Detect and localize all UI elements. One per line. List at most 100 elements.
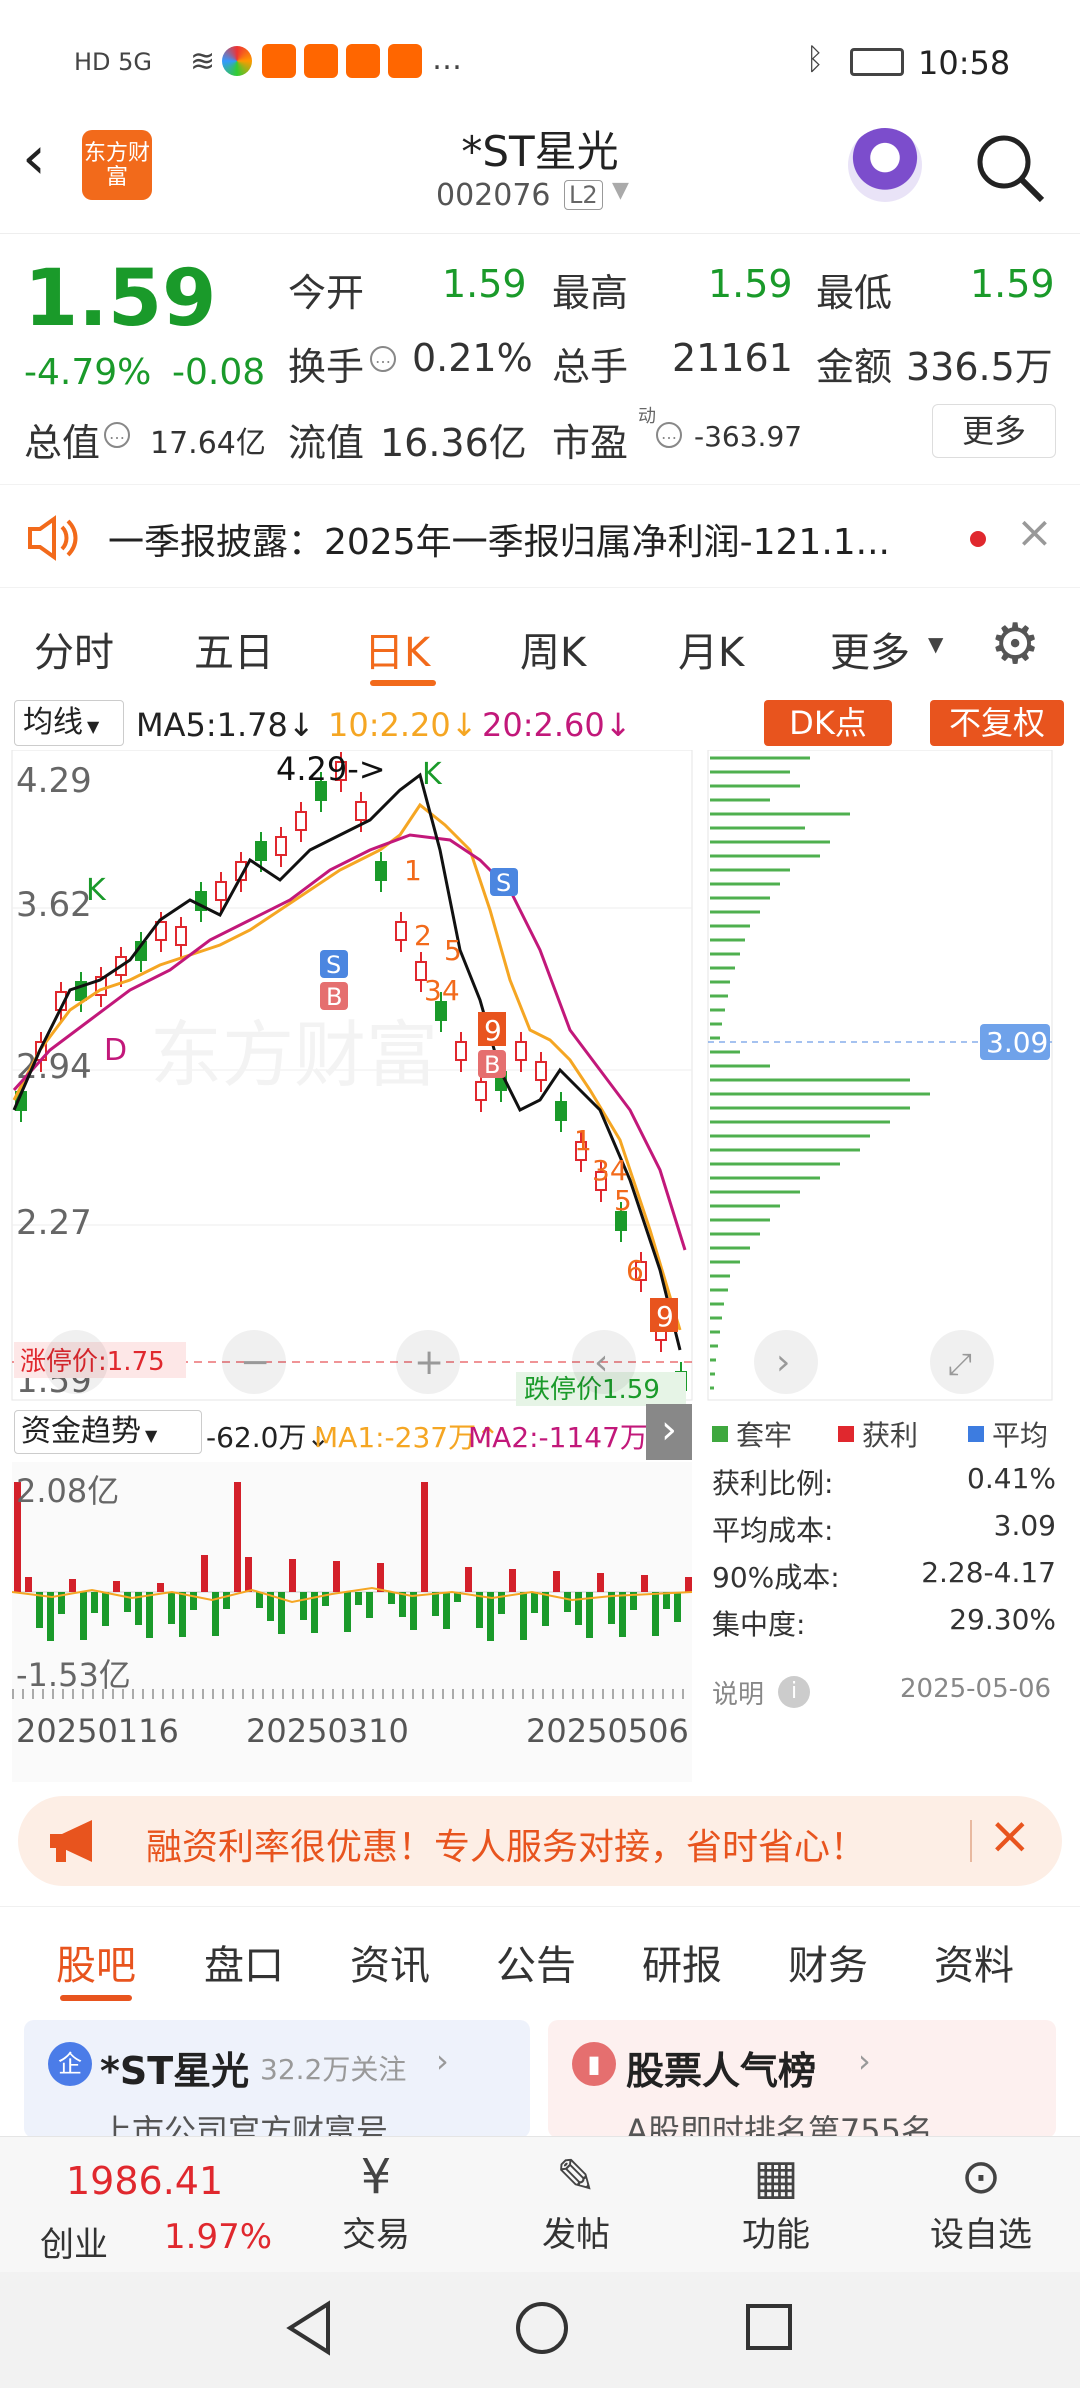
mktcap-label: 总值 bbox=[24, 421, 101, 465]
tab-profile[interactable]: 资料 bbox=[934, 1933, 1014, 1991]
td-count: 2 bbox=[414, 919, 432, 952]
open-value: 1.59 bbox=[442, 262, 527, 306]
legend-trapped: 套牢 bbox=[736, 1419, 793, 1452]
sell-marker-text: S bbox=[326, 951, 341, 979]
change-value: -0.08 bbox=[172, 352, 266, 393]
plus-icon: + bbox=[414, 1342, 444, 1383]
date-label: 20250310 bbox=[246, 1712, 409, 1750]
tab-research[interactable]: 研报 bbox=[642, 1933, 722, 1991]
tab-intraday[interactable]: 分时 bbox=[34, 620, 114, 678]
chip-date: 2025-05-06 bbox=[900, 1674, 1052, 1704]
back-icon[interactable]: ‹ bbox=[22, 128, 46, 188]
stat-key: 获利比例: bbox=[712, 1467, 834, 1500]
fund-val-text: -62.0万 bbox=[206, 1421, 307, 1454]
adjust-mode-button[interactable]: 不复权 bbox=[930, 700, 1064, 746]
divider bbox=[970, 1820, 972, 1862]
tab-guba[interactable]: 股吧 bbox=[56, 1933, 136, 1991]
fund-bar bbox=[652, 1592, 659, 1636]
k-line-chart[interactable]: 东方财富 4.29 3.62 2.94 2.27 1.59 4.29-> K K… bbox=[0, 750, 700, 1406]
tab-more[interactable]: 更多 bbox=[830, 620, 910, 678]
info-icon[interactable]: i bbox=[778, 1676, 810, 1708]
td-nine-text: 9 bbox=[484, 1014, 502, 1047]
expand-panel-button[interactable]: › bbox=[646, 1404, 692, 1460]
candle-body bbox=[475, 1081, 487, 1101]
ma20-value: 20:2.60↓ bbox=[482, 706, 632, 744]
more-button[interactable]: 更多 bbox=[932, 404, 1056, 458]
td-count: 1 bbox=[404, 854, 422, 887]
stat-value: 2.28-4.17 bbox=[921, 1556, 1056, 1589]
nav-back-icon[interactable] bbox=[284, 2300, 334, 2356]
tab-5day[interactable]: 五日 bbox=[194, 620, 274, 678]
fund-bar bbox=[421, 1482, 428, 1592]
taobao-icon bbox=[262, 44, 296, 78]
info-icon[interactable]: … bbox=[656, 422, 682, 448]
fund-bar bbox=[663, 1592, 670, 1609]
card-title: *ST星光 bbox=[100, 2049, 250, 2093]
stat-key: 集中度: bbox=[712, 1608, 806, 1641]
fund-ma2-text: MA2:-1147万 bbox=[468, 1421, 648, 1454]
chevron-right-icon: › bbox=[858, 2042, 871, 2080]
status-bar: HD 5G ≋ … ᛒ 10:58 bbox=[0, 0, 1080, 120]
watchlist-button[interactable]: ⊙ 设自选 bbox=[896, 2147, 1066, 2267]
notice-bar[interactable]: 一季报披露：2025年一季报归属净利润-121.1... × bbox=[0, 484, 1080, 588]
index-name[interactable]: 创业 bbox=[40, 2217, 108, 2266]
quote-panel: 1.59 -4.79% -0.08 总值 … 17.64亿 今开 1.59 最高… bbox=[0, 236, 1080, 468]
low-label: 最低 bbox=[816, 271, 893, 315]
nav-home-icon[interactable] bbox=[514, 2300, 570, 2356]
nav-recents-icon[interactable] bbox=[744, 2302, 794, 2352]
post-button[interactable]: ✎ 发帖 bbox=[496, 2147, 656, 2267]
official-account-card[interactable]: 企 *ST星光 32.2万关注 › 上市公司官方财富号 bbox=[24, 2020, 530, 2138]
tab-news[interactable]: 资讯 bbox=[350, 1933, 430, 1991]
promo-banner[interactable]: 融资利率很优惠！专人服务对接，省时省心！ × bbox=[18, 1796, 1062, 1886]
stat-row: 平均成本: 3.09 bbox=[712, 1509, 1056, 1556]
close-icon[interactable]: × bbox=[988, 1806, 1032, 1866]
tab-daily-k[interactable]: 日K bbox=[364, 620, 430, 678]
help-label[interactable]: 说明 bbox=[712, 1674, 764, 1711]
popularity-card[interactable]: ▮ 股票人气榜 › A股即时排名第755名 bbox=[548, 2020, 1056, 2138]
stat-key: 平均成本: bbox=[712, 1514, 834, 1547]
candle-body bbox=[455, 1041, 467, 1061]
system-nav-bar bbox=[0, 2272, 1080, 2388]
stat-row: 集中度: 29.30% bbox=[712, 1603, 1056, 1650]
tab-announcements[interactable]: 公告 bbox=[496, 1933, 576, 1991]
dropdown-icon: ▼ bbox=[145, 1426, 158, 1445]
period-tabs: 分时 五日 日K 周K 月K 更多 ▼ ⚙ bbox=[0, 590, 1080, 694]
chip-stats: 套牢 获利 平均 获利比例: 0.41% 平均成本: 3.09 90%成本: 2.28… bbox=[708, 1410, 1078, 1790]
dropdown-icon: ▼ bbox=[87, 717, 100, 736]
tab-pankou[interactable]: 盘口 bbox=[204, 1933, 284, 1991]
fund-ma1-text: MA1:-237万 bbox=[314, 1421, 477, 1454]
fund-trend-chart[interactable]: 2.08亿 -1.53亿 20250116 20250310 20250506 bbox=[12, 1462, 692, 1782]
dropdown-icon[interactable]: ▼ bbox=[612, 178, 629, 203]
watermark: 东方财富 bbox=[150, 1013, 438, 1097]
close-icon[interactable]: × bbox=[1016, 507, 1053, 558]
tab-monthly-k[interactable]: 月K bbox=[678, 620, 744, 678]
tab-indicator bbox=[60, 1995, 132, 2001]
chevron-right-icon: › bbox=[436, 2042, 449, 2080]
info-icon[interactable]: … bbox=[370, 346, 396, 372]
candle-body bbox=[395, 921, 407, 941]
functions-button[interactable]: ▦ 功能 bbox=[696, 2147, 856, 2267]
fund-bar bbox=[597, 1573, 604, 1592]
trade-button[interactable]: ¥ 交易 bbox=[296, 2147, 456, 2267]
settings-gear-icon[interactable]: ⚙ bbox=[990, 612, 1040, 677]
chip-distribution[interactable]: 3.09 › ⤢ bbox=[706, 750, 1080, 1406]
search-icon[interactable] bbox=[974, 132, 1046, 204]
dk-point-button[interactable]: DK点 bbox=[764, 700, 892, 746]
td-count: 1 bbox=[574, 1124, 592, 1157]
date-label: 20250506 bbox=[526, 1712, 689, 1750]
ma-type-select[interactable]: 均线 ▼ bbox=[14, 700, 124, 746]
tab-weekly-k[interactable]: 周K bbox=[520, 620, 586, 678]
index-value: 1986.41 bbox=[66, 2159, 224, 2203]
fund-bar bbox=[366, 1592, 373, 1618]
assistant-avatar[interactable] bbox=[848, 128, 922, 202]
down-arrow-icon: ↓ bbox=[450, 706, 478, 744]
fund-trend-select[interactable]: 资金趋势 ▼ bbox=[14, 1410, 202, 1454]
candle-body bbox=[295, 811, 307, 831]
dropdown-icon[interactable]: ▼ bbox=[928, 632, 943, 656]
tab-finance[interactable]: 财务 bbox=[788, 1933, 868, 1991]
info-tabs: 股吧 盘口 资讯 公告 研报 财务 资料 bbox=[0, 1906, 1080, 2006]
info-icon[interactable]: … bbox=[104, 422, 130, 448]
fast-back-button[interactable] bbox=[44, 1330, 108, 1394]
fund-bar bbox=[223, 1592, 230, 1609]
d-marker: D bbox=[104, 1033, 127, 1068]
